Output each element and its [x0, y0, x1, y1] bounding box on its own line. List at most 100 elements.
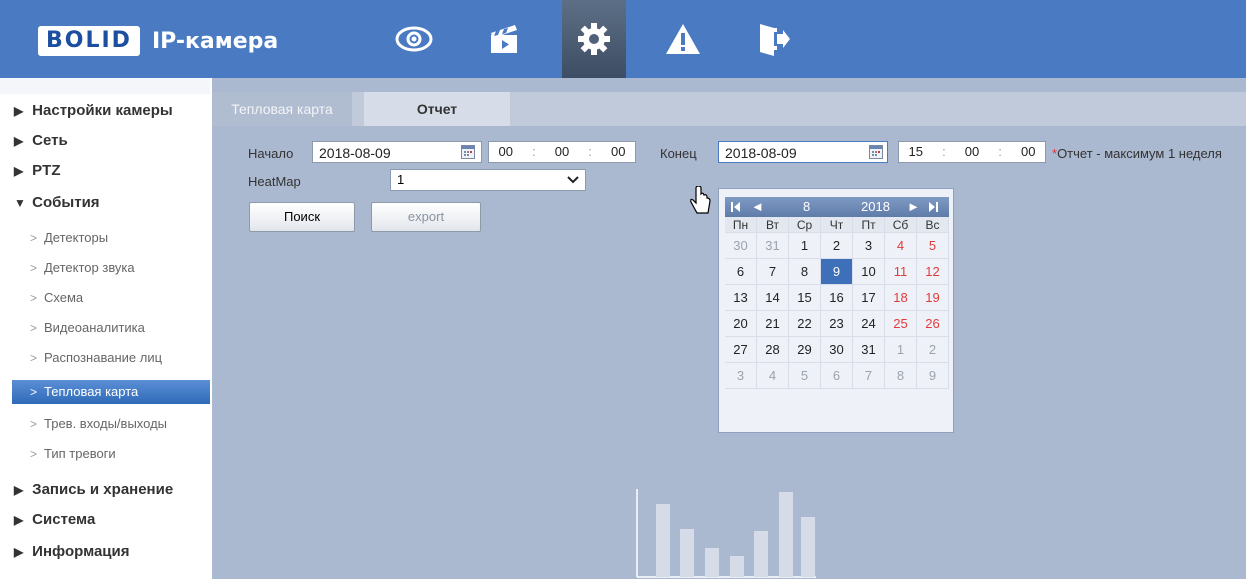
- calendar-day[interactable]: 2: [917, 337, 949, 363]
- sidebar-sub-alarm-type[interactable]: > Тип тревоги: [0, 440, 210, 468]
- calendar-icon[interactable]: [461, 145, 475, 159]
- calendar-day[interactable]: 23: [821, 311, 853, 337]
- prev-month-icon[interactable]: ◄: [751, 199, 764, 214]
- app-title: IP-камера: [151, 28, 279, 54]
- calendar-day[interactable]: 8: [885, 363, 917, 389]
- start-second[interactable]: 00: [611, 142, 625, 162]
- sidebar-sub-audio-detector[interactable]: > Детектор звука: [0, 254, 210, 282]
- calendar-month[interactable]: 8: [803, 199, 810, 214]
- calendar-day[interactable]: 13: [725, 285, 757, 311]
- sidebar-sub-label: Детекторы: [44, 230, 109, 245]
- clapperboard-icon[interactable]: [472, 8, 536, 70]
- calendar-day-selected[interactable]: 9: [821, 259, 853, 285]
- calendar-day[interactable]: 10: [853, 259, 885, 285]
- sidebar-item-events[interactable]: ▼ События: [0, 188, 210, 218]
- heatmap-select[interactable]: 1: [390, 169, 586, 191]
- calendar-day[interactable]: 4: [757, 363, 789, 389]
- end-time-input[interactable]: 15: 00: 00: [898, 141, 1046, 163]
- calendar-day[interactable]: 1: [789, 233, 821, 259]
- collapse-arrow-icon: ▼: [14, 196, 26, 210]
- end-hour[interactable]: 15: [909, 142, 923, 162]
- heatmap-label: HeatMap: [248, 174, 301, 189]
- calendar-day[interactable]: 21: [757, 311, 789, 337]
- calendar-day[interactable]: 9: [917, 363, 949, 389]
- eye-icon[interactable]: [382, 8, 446, 70]
- warning-icon[interactable]: [651, 8, 715, 70]
- calendar-day[interactable]: 22: [789, 311, 821, 337]
- calendar-day[interactable]: 3: [725, 363, 757, 389]
- calendar-day[interactable]: 6: [821, 363, 853, 389]
- exit-icon[interactable]: [740, 8, 804, 70]
- calendar-day[interactable]: 6: [725, 259, 757, 285]
- calendar-year[interactable]: 2018: [861, 199, 890, 214]
- calendar-day[interactable]: 31: [853, 337, 885, 363]
- sidebar-sub-face-recognition[interactable]: > Распознавание лиц: [0, 344, 210, 372]
- calendar-day[interactable]: 30: [821, 337, 853, 363]
- start-minute[interactable]: 00: [555, 142, 569, 162]
- tab-heatmap[interactable]: Тепловая карта: [212, 92, 352, 126]
- end-date-input[interactable]: 2018-08-09: [718, 141, 888, 163]
- sidebar-item-recording[interactable]: ▶ Запись и хранение: [0, 475, 210, 505]
- sidebar-item-system[interactable]: ▶ Система: [0, 505, 210, 535]
- tab-report[interactable]: Отчет: [364, 92, 510, 126]
- calendar-day[interactable]: 7: [757, 259, 789, 285]
- calendar-day[interactable]: 5: [917, 233, 949, 259]
- calendar-day[interactable]: 28: [757, 337, 789, 363]
- weekday-label: Вт: [757, 217, 789, 233]
- calendar-day[interactable]: 12: [917, 259, 949, 285]
- calendar-day[interactable]: 26: [917, 311, 949, 337]
- expand-arrow-icon: ▶: [14, 545, 24, 559]
- calendar-day[interactable]: 18: [885, 285, 917, 311]
- hand-cursor-icon: [690, 186, 711, 214]
- calendar-icon[interactable]: [869, 145, 883, 159]
- calendar-day[interactable]: 2: [821, 233, 853, 259]
- start-time-input[interactable]: 00: 00: 00: [488, 141, 636, 163]
- sidebar-top-strip: [0, 78, 210, 94]
- start-hour[interactable]: 00: [499, 142, 513, 162]
- calendar-day[interactable]: 16: [821, 285, 853, 311]
- next-month-icon[interactable]: ►: [907, 199, 920, 214]
- end-minute[interactable]: 00: [965, 142, 979, 162]
- weekday-label: Чт: [821, 217, 853, 233]
- sidebar-sub-label: Схема: [44, 290, 84, 305]
- calendar-day[interactable]: 29: [789, 337, 821, 363]
- sidebar-sub-detectors[interactable]: > Детекторы: [0, 224, 210, 252]
- calendar-day[interactable]: 3: [853, 233, 885, 259]
- chevron-right-icon: >: [30, 417, 38, 431]
- calendar-week-row: 13 14 15 16 17 18 19: [725, 285, 949, 311]
- calendar-day[interactable]: 27: [725, 337, 757, 363]
- calendar-day[interactable]: 20: [725, 311, 757, 337]
- calendar-day[interactable]: 5: [789, 363, 821, 389]
- calendar-day[interactable]: 31: [757, 233, 789, 259]
- sidebar-sub-alarm-io[interactable]: > Трев. входы/выходы: [0, 410, 210, 438]
- sidebar-item-info[interactable]: ▶ Информация: [0, 537, 210, 567]
- calendar-day[interactable]: 15: [789, 285, 821, 311]
- calendar-day[interactable]: 19: [917, 285, 949, 311]
- chevron-right-icon: >: [30, 447, 38, 461]
- calendar-day[interactable]: 7: [853, 363, 885, 389]
- calendar-day[interactable]: 8: [789, 259, 821, 285]
- end-second[interactable]: 00: [1021, 142, 1035, 162]
- calendar-day[interactable]: 24: [853, 311, 885, 337]
- prev-year-icon[interactable]: [729, 199, 749, 218]
- sidebar-item-ptz[interactable]: ▶ PTZ: [0, 156, 210, 186]
- sidebar-item-network[interactable]: ▶ Сеть: [0, 126, 210, 156]
- calendar-day[interactable]: 1: [885, 337, 917, 363]
- calendar-day[interactable]: 14: [757, 285, 789, 311]
- sidebar-sub-video-analytics[interactable]: > Видеоаналитика: [0, 314, 210, 342]
- start-date-input[interactable]: 2018-08-09: [312, 141, 482, 163]
- calendar-day[interactable]: 4: [885, 233, 917, 259]
- calendar-day[interactable]: 25: [885, 311, 917, 337]
- sidebar-sub-scheme[interactable]: > Схема: [0, 284, 210, 312]
- sidebar-sub-label: Тип тревоги: [44, 446, 116, 461]
- calendar-day[interactable]: 17: [853, 285, 885, 311]
- sidebar-sub-heatmap[interactable]: > Тепловая карта: [12, 380, 210, 404]
- sidebar-item-label: Запись и хранение: [32, 481, 174, 498]
- gear-icon[interactable]: [562, 0, 626, 78]
- calendar-day[interactable]: 11: [885, 259, 917, 285]
- sidebar-item-camera-settings[interactable]: ▶ Настройки камеры: [0, 96, 210, 126]
- export-button[interactable]: export: [371, 202, 481, 232]
- next-year-icon[interactable]: [925, 199, 945, 218]
- calendar-day[interactable]: 30: [725, 233, 757, 259]
- search-button[interactable]: Поиск: [249, 202, 355, 232]
